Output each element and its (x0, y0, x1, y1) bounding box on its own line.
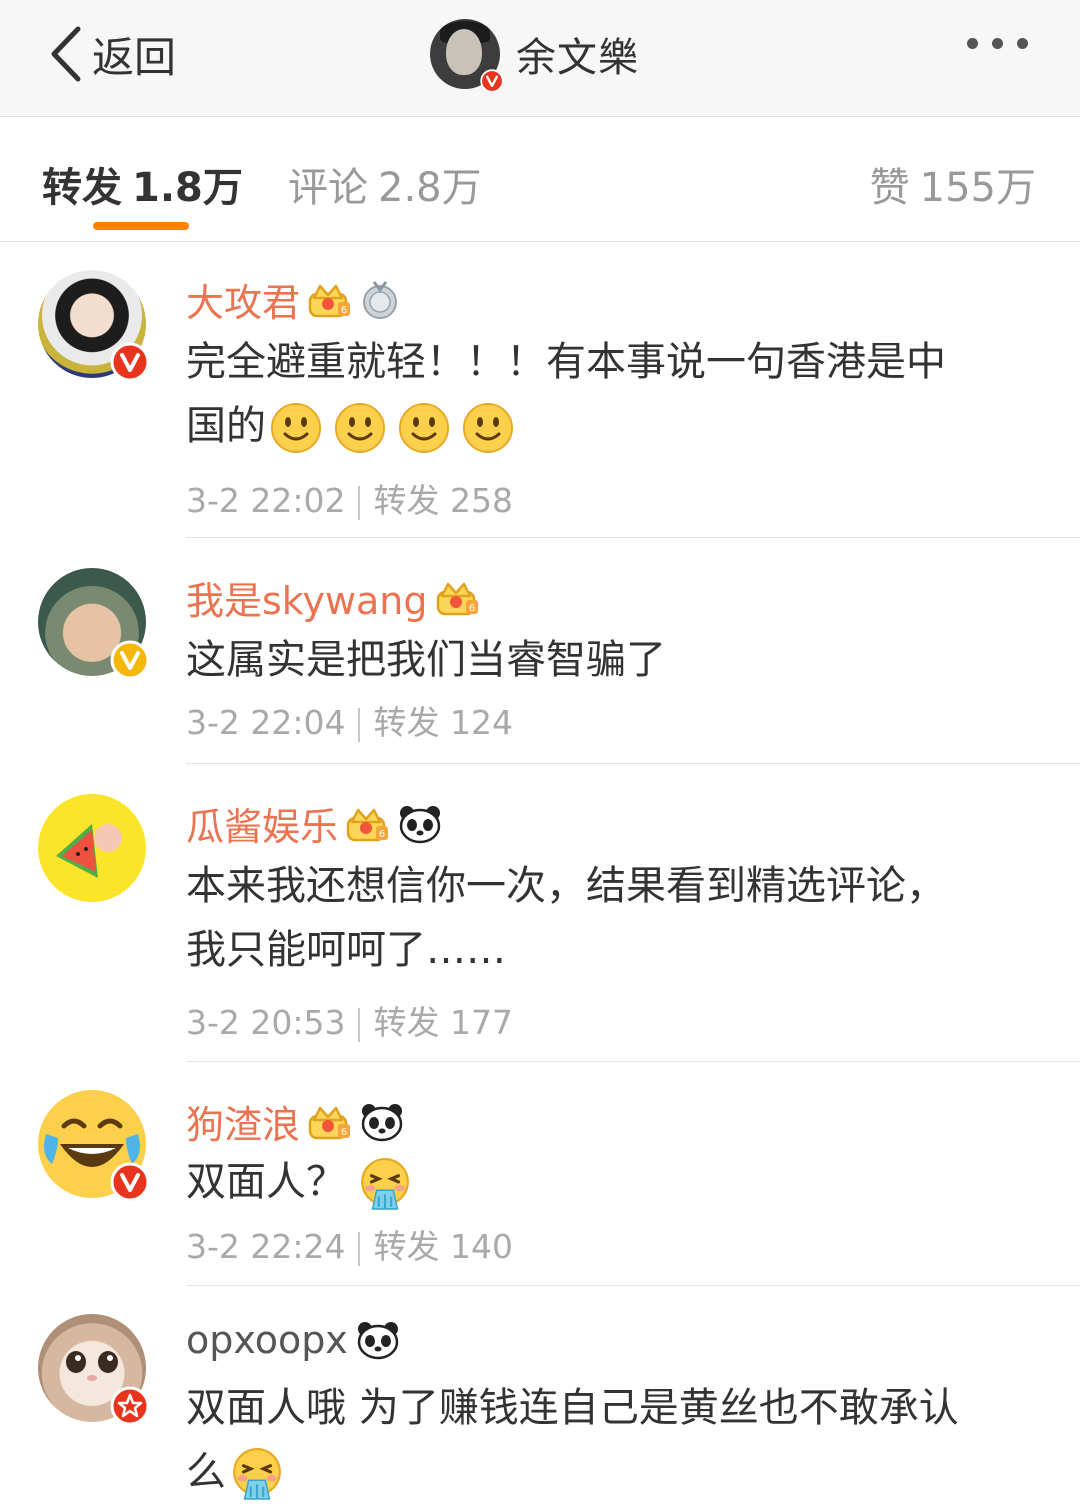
username-link[interactable]: 狗渣浪 (186, 1094, 404, 1149)
panda-icon (398, 804, 442, 844)
comment-text: 双面人？ (186, 1150, 1046, 1214)
comment-line: 完全避重就轻！！！有本事说一句香港是中 (186, 339, 946, 385)
username-link[interactable]: 瓜酱娱乐 (186, 796, 442, 851)
avatar[interactable] (38, 1090, 146, 1198)
crown-vip-icon (308, 1102, 352, 1142)
avatar[interactable] (38, 794, 146, 902)
repost-count: 124 (450, 703, 513, 742)
top-navigation-bar: 返回 余文樂 (0, 0, 1080, 117)
username: 大攻君 (186, 281, 301, 325)
verified-yellow-icon (110, 640, 150, 680)
avatar[interactable] (38, 1314, 146, 1422)
repost-count: 258 (450, 481, 513, 520)
smile-emoji-icon (334, 402, 386, 454)
tab-reposts[interactable]: 转发 1.8万 (42, 155, 243, 213)
comment-line: 国的 (186, 403, 266, 449)
avatar[interactable] (430, 19, 500, 89)
timestamp: 3-2 22:02 (186, 481, 346, 520)
tab-label: 评论 (288, 165, 368, 211)
vomit-emoji-icon (230, 1447, 284, 1501)
comment-meta: 3-2 20:53 转发 177 (186, 996, 513, 1044)
avatar[interactable] (38, 568, 146, 676)
tab-comments[interactable]: 评论 2.8万 (288, 155, 482, 213)
timestamp: 3-2 20:53 (186, 1003, 346, 1042)
chevron-left-icon (51, 26, 81, 82)
crown-vip-icon (308, 280, 352, 320)
comment-line: 这属实是把我们当睿智骗了 (186, 637, 666, 683)
comment-meta: 3-2 22:24 转发 140 (186, 1220, 513, 1268)
repost-label: 转发 (373, 1227, 440, 1266)
smile-emoji-icon (398, 402, 450, 454)
username: 我是skywang (186, 579, 428, 623)
repost-label: 转发 (373, 1003, 440, 1042)
username-link[interactable]: 我是skywang (186, 570, 480, 625)
comment-meta: 3-2 22:04 转发 124 (186, 696, 513, 744)
medal-icon (360, 280, 400, 320)
username: 瓜酱娱乐 (186, 805, 339, 849)
list-item[interactable]: 大攻君 完全避重就轻！！！有本事说一句香港是中 国的 3-2 22:02 转发 2… (0, 242, 1080, 538)
tab-label: 赞 (869, 165, 910, 211)
star-badge-icon (110, 1386, 150, 1426)
tab-count: 2.8万 (378, 165, 482, 211)
comment-meta: 3-2 22:02 转发 258 (186, 474, 513, 522)
comment-text: 这属实是把我们当睿智骗了 (186, 628, 1046, 692)
profile-title[interactable]: 余文樂 (430, 16, 639, 92)
tab-count: 155万 (919, 165, 1036, 211)
username-link[interactable]: 大攻君 (186, 272, 400, 327)
list-item[interactable]: 狗渣浪 双面人？ 3-2 22:24 转发 140 (0, 1062, 1080, 1286)
verified-red-icon (110, 1162, 150, 1202)
repost-count: 140 (450, 1227, 513, 1266)
comment-line-1: 双面人？ (186, 1150, 1046, 1214)
repost-count: 177 (450, 1003, 513, 1042)
list-item[interactable]: 我是skywang 这属实是把我们当睿智骗了 3-2 22:04 转发 124 (0, 538, 1080, 764)
crown-vip-icon (346, 804, 390, 844)
verified-red-icon (480, 69, 504, 93)
vomit-emoji-icon (358, 1157, 412, 1211)
back-label: 返回 (92, 32, 177, 82)
comment-text: 完全避重就轻！！！有本事说一句香港是中 国的 (186, 330, 1046, 458)
smile-emoji-icon (270, 402, 322, 454)
panda-icon (356, 1320, 400, 1360)
comment-line: 本来我还想信你一次，结果看到精选评论， (186, 863, 946, 909)
comment-line: 双面人哦 为了赚钱连自己是黄丝也不敢承认 (186, 1385, 959, 1431)
comment-line-2: 国的 (186, 394, 1046, 458)
list-item[interactable]: opxoopx 双面人哦 为了赚钱连自己是黄丝也不敢承认 么 (0, 1286, 1080, 1497)
tab-count: 1.8万 (132, 165, 243, 211)
list-item[interactable]: 瓜酱娱乐 本来我还想信你一次，结果看到精选评论， 我只能呵呵了…… 3-2 20… (0, 764, 1080, 1062)
comment-line: 么 (186, 1449, 226, 1495)
smile-emoji-icon (462, 402, 514, 454)
comment-text: 双面人哦 为了赚钱连自己是黄丝也不敢承认 么 (186, 1376, 1046, 1504)
comment-line-2: 我只能呵呵了…… (186, 927, 506, 973)
username-link[interactable]: opxoopx (186, 1318, 400, 1362)
more-dots-icon[interactable] (967, 38, 1028, 49)
avatar[interactable] (38, 270, 146, 378)
back-button[interactable]: 返回 (46, 24, 176, 84)
verified-red-icon (110, 342, 150, 382)
crown-vip-icon (436, 578, 480, 618)
tab-likes[interactable]: 赞 155万 (870, 155, 1036, 213)
username: 狗渣浪 (186, 1103, 301, 1147)
timestamp: 3-2 22:04 (186, 703, 346, 742)
username: opxoopx (186, 1318, 348, 1362)
tab-label: 转发 (42, 165, 122, 211)
interaction-tabs: 转发 1.8万 评论 2.8万 赞 155万 (0, 117, 1080, 242)
timestamp: 3-2 22:24 (186, 1227, 346, 1266)
active-tab-indicator (93, 222, 189, 230)
page-title: 余文樂 (516, 35, 639, 81)
repost-label: 转发 (373, 481, 440, 520)
comment-line: 双面人？ (186, 1159, 346, 1205)
panda-icon (360, 1102, 404, 1142)
comment-text: 本来我还想信你一次，结果看到精选评论， 我只能呵呵了…… (186, 854, 1046, 982)
comment-line-2: 么 (186, 1440, 1046, 1504)
repost-label: 转发 (373, 703, 440, 742)
